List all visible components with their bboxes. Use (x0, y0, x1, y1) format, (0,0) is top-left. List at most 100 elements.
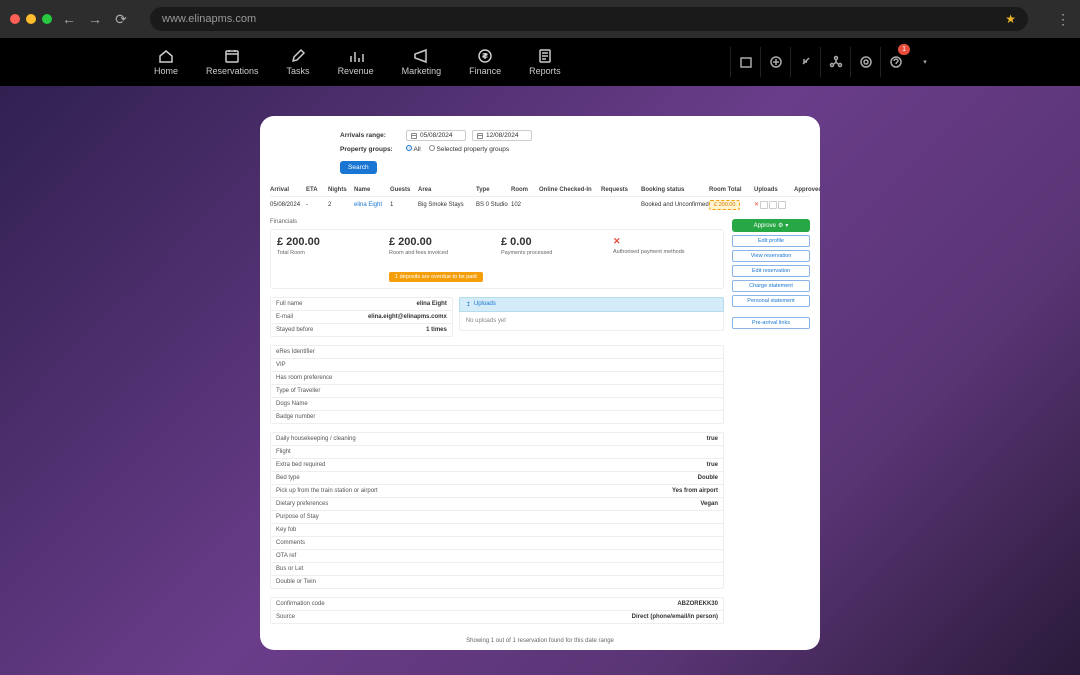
date-from-value: 05/08/2024 (420, 132, 453, 139)
help-tool-icon[interactable]: 1 (880, 47, 910, 77)
field-row: E-mailelina.eight@elinapms.comx (271, 311, 452, 324)
uploads-header-label: Uploads (474, 301, 496, 308)
user-dropdown[interactable]: ▾ (910, 47, 940, 77)
field-label: VIP (276, 362, 286, 368)
field-label: Key fob (276, 527, 296, 533)
field-value: Yes from airport (672, 488, 718, 494)
filter-groups: Property groups: All Selected property g… (340, 145, 810, 153)
minimize-window[interactable] (26, 14, 36, 24)
field-row: Dogs Name (271, 398, 723, 411)
upload-slot-icon[interactable] (778, 201, 786, 209)
financials-label: Financials (270, 219, 724, 225)
field-row: Pick up from the train station or airpor… (271, 485, 723, 498)
add-tool-icon[interactable] (760, 47, 790, 77)
radio-all[interactable]: All (406, 145, 421, 153)
footer-text: Showing 1 out of 1 reservation found for… (270, 638, 810, 644)
nav-home[interactable]: Home (140, 48, 192, 76)
close-window[interactable] (10, 14, 20, 24)
nav-tasks[interactable]: Tasks (273, 48, 324, 76)
field-value: 1 times (426, 327, 447, 333)
field-label: Badge number (276, 414, 315, 420)
uploads-header[interactable]: ↥Uploads (459, 297, 724, 312)
gear-tool-icon[interactable] (850, 47, 880, 77)
reload-button[interactable]: ⟳ (112, 11, 130, 28)
uploads-body: No uploads yet (459, 312, 724, 331)
action-link[interactable]: View reservation (732, 250, 810, 262)
nav-reports-label: Reports (529, 66, 561, 76)
col-name: Name (354, 187, 390, 193)
cell-uploads: ✕ (754, 201, 794, 209)
content-area: Arrivals range: 05/08/2024 12/08/2024 Pr… (0, 86, 1080, 650)
field-label: Confirmation code (276, 601, 325, 607)
col-eta: ETA (306, 187, 328, 193)
calendar-icon (224, 48, 240, 64)
field-label: Has room preference (276, 375, 332, 381)
nav-marketing-label: Marketing (402, 66, 442, 76)
col-guests: Guests (390, 187, 418, 193)
notification-badge: 1 (898, 44, 910, 55)
field-label: Full name (276, 301, 302, 307)
radio-all-label: All (413, 146, 420, 153)
dollar-icon (477, 48, 493, 64)
plug-tool-icon[interactable] (790, 47, 820, 77)
radio-dot-checked (406, 145, 412, 151)
cell-name-link[interactable]: elina Eight (354, 202, 390, 208)
upload-slot-icon[interactable] (760, 201, 768, 209)
detail-right: Approve ⚙ ▾ Edit profile View reservation… (732, 219, 810, 624)
url-bar[interactable]: www.elinapms.com ★ (150, 7, 1028, 31)
upload-slot-icon[interactable] (769, 201, 777, 209)
org-tool-icon[interactable] (820, 47, 850, 77)
calendar-icon (477, 133, 483, 139)
table-header: Arrival ETA Nights Name Guests Area Type… (270, 184, 810, 197)
search-button[interactable]: Search (340, 161, 377, 174)
action-link[interactable]: Charge statement (732, 280, 810, 292)
col-total: Room Total (709, 187, 754, 193)
field-value: ABZOREKK30 (677, 601, 718, 607)
col-requests: Requests (601, 187, 641, 193)
action-link[interactable]: Edit profile (732, 235, 810, 247)
field-row: Stayed before1 times (271, 324, 452, 336)
forward-button[interactable]: → (86, 11, 104, 27)
field-row: Purpose of Stay (271, 511, 723, 524)
cell-room: 102 (511, 202, 539, 208)
field-label: E-mail (276, 314, 293, 320)
field-row: OTA ref (271, 550, 723, 563)
approve-button[interactable]: Approve ⚙ ▾ (732, 219, 810, 232)
arrivals-label: Arrivals range: (340, 132, 400, 139)
field-row: Bus or Let (271, 563, 723, 576)
date-to-input[interactable]: 12/08/2024 (472, 130, 532, 141)
radio-selected-label: Selected property groups (437, 146, 510, 153)
nav-marketing[interactable]: Marketing (388, 48, 456, 76)
col-nights: Nights (328, 187, 354, 193)
nav-finance[interactable]: Finance (455, 48, 515, 76)
field-row: Flight (271, 446, 723, 459)
nav-revenue[interactable]: Revenue (324, 48, 388, 76)
nav-reports[interactable]: Reports (515, 48, 575, 76)
date-from-input[interactable]: 05/08/2024 (406, 130, 466, 141)
pre-arrival-links[interactable]: Pre-arrival links (732, 317, 810, 329)
field-row: Bed typeDouble (271, 472, 723, 485)
maximize-window[interactable] (42, 14, 52, 24)
field-label: Comments (276, 540, 305, 546)
radio-selected[interactable]: Selected property groups (429, 145, 509, 153)
action-link[interactable]: Edit reservation (732, 265, 810, 277)
bookmark-star-icon[interactable]: ★ (1005, 12, 1016, 26)
field-row: Comments (271, 537, 723, 550)
url-text: www.elinapms.com (162, 13, 256, 25)
nav-right: 1 ▾ (730, 47, 940, 77)
field-label: Daily housekeeping / cleaning (276, 436, 356, 442)
deposit-warning-pill[interactable]: 1 deposits are overdue to be paid (389, 272, 483, 282)
field-value: Double (698, 475, 718, 481)
home-icon (158, 48, 174, 64)
browser-menu-icon[interactable]: ⋮ (1056, 11, 1070, 28)
table-row[interactable]: 05/08/2024 - 2 elina Eight 1 Big Smoke S… (270, 197, 810, 213)
back-button[interactable]: ← (60, 11, 78, 27)
nav-tasks-label: Tasks (287, 66, 310, 76)
field-value: Direct (phone/email/in person) (632, 614, 718, 620)
nav-reservations[interactable]: Reservations (192, 48, 273, 76)
fin-methods-sub: Authorised payment methods (613, 249, 717, 255)
bars-icon (348, 48, 364, 64)
action-link[interactable]: Personal statement (732, 295, 810, 307)
field-value: true (707, 436, 718, 442)
calendar-tool-icon[interactable] (730, 47, 760, 77)
